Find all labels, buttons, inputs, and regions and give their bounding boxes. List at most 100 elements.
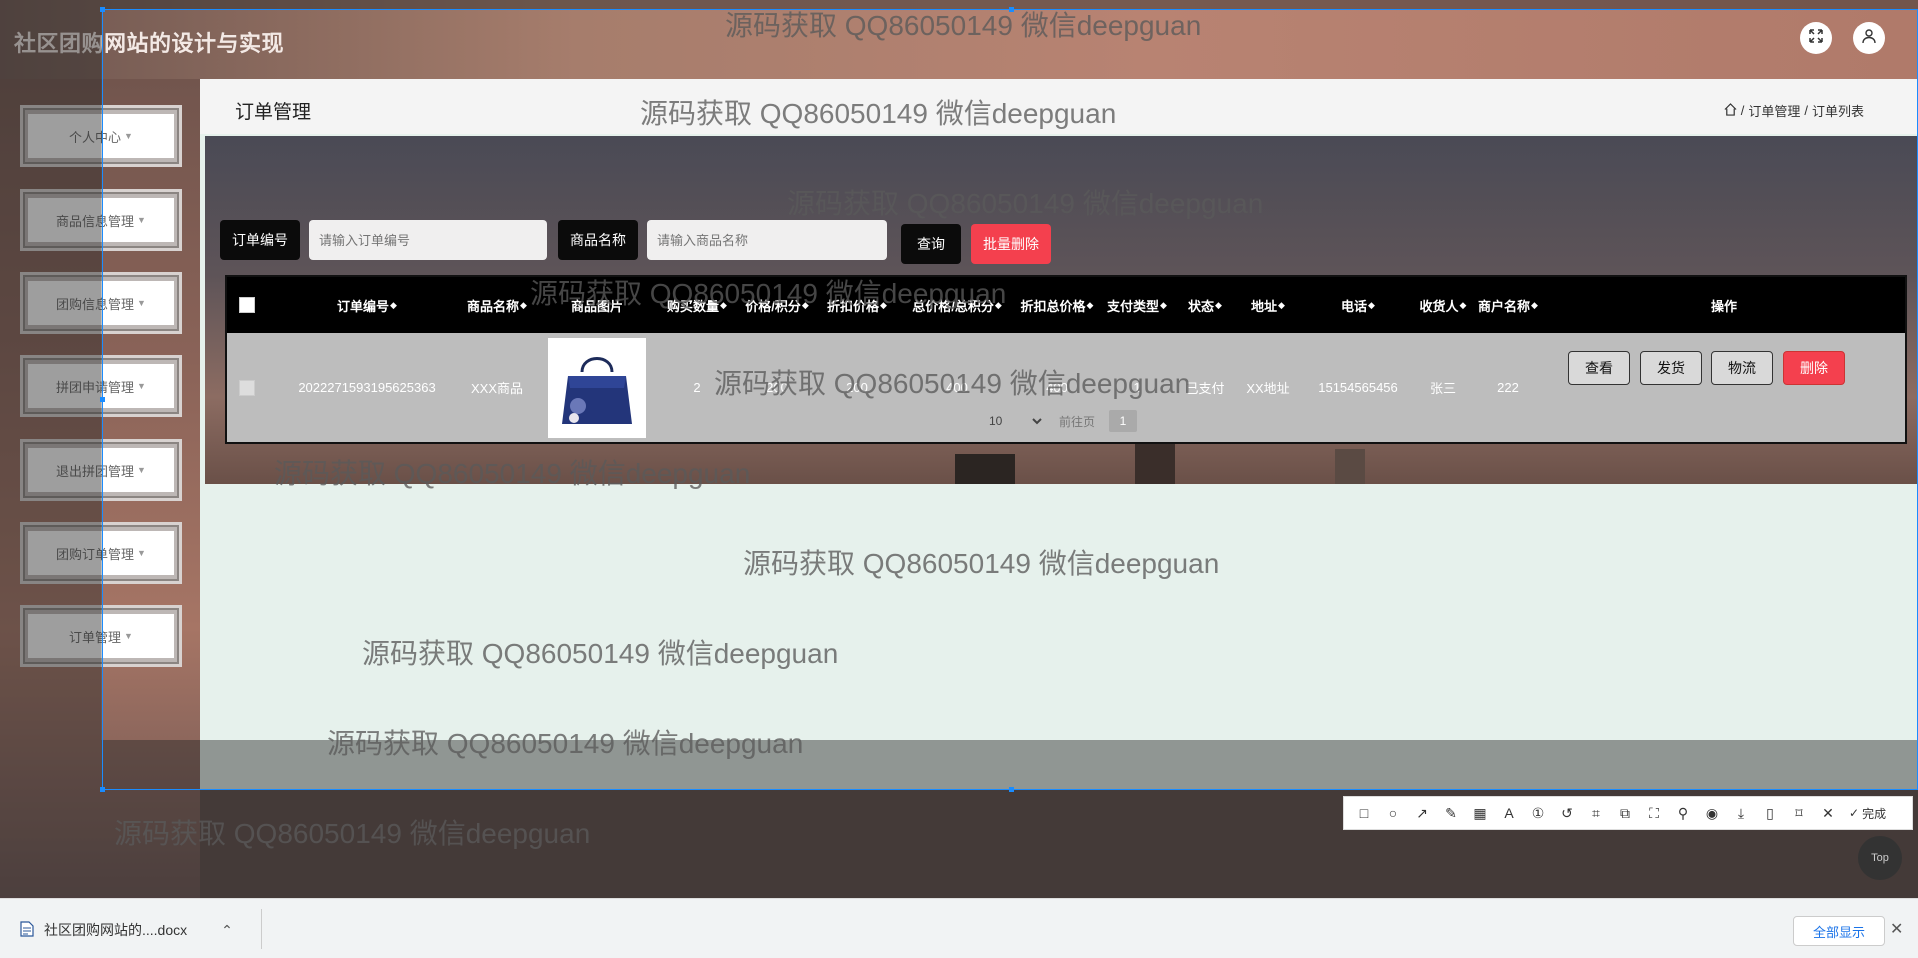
page-number-current[interactable]: 1 <box>1109 410 1138 432</box>
column-header[interactable]: 状态 ◆ <box>1177 277 1233 333</box>
view-button[interactable]: 查看 <box>1568 351 1630 385</box>
column-header[interactable]: 收货人 ◆ <box>1413 277 1473 333</box>
column-header: 商品图片 <box>570 298 623 314</box>
caret-down-icon: ▼ <box>124 131 133 141</box>
main-content: 订单管理 / 订单管理 / 订单列表 订单编号 商品名称 查询 批量删除 订单编… <box>200 79 1918 789</box>
sort-icon: ◆ <box>1215 299 1222 310</box>
column-header[interactable]: 折扣价格 ◆ <box>817 277 897 333</box>
select-all-cell <box>227 277 267 333</box>
back-to-top-button[interactable]: Top <box>1858 836 1902 880</box>
number-icon[interactable]: ① <box>1528 803 1548 823</box>
column-header[interactable]: 地址 ◆ <box>1233 277 1303 333</box>
download-item[interactable]: 社区团购网站的....docx ⌃ <box>20 913 233 947</box>
logistics-button[interactable]: 物流 <box>1711 351 1773 385</box>
ocr-icon[interactable]: ⛶ <box>1644 803 1664 823</box>
cell-order-no: 2022271593195625363 <box>298 380 436 395</box>
ship-button[interactable]: 发货 <box>1640 351 1702 385</box>
translate-icon[interactable]: ⧉ <box>1615 803 1635 823</box>
download-bar: 社区团购网站的....docx ⌃ 全部显示 ✕ <box>0 898 1918 958</box>
column-header[interactable]: 支付类型 ◆ <box>1097 277 1177 333</box>
sort-icon: ◆ <box>720 299 727 310</box>
breadcrumb: / 订单管理 / 订单列表 <box>1724 101 1864 120</box>
column-header[interactable]: 商户名称 ◆ <box>1473 277 1543 333</box>
select-all-checkbox[interactable] <box>239 297 255 313</box>
sort-icon: ◆ <box>994 299 1002 310</box>
row-checkbox[interactable] <box>239 379 255 396</box>
circle-icon[interactable]: ○ <box>1383 803 1403 823</box>
column-header[interactable]: 商品名称 ◆ <box>447 277 547 333</box>
breadcrumb-item[interactable]: 订单管理 <box>1748 101 1800 120</box>
page-size-select[interactable]: 10 <box>985 413 1045 429</box>
pin-icon[interactable]: ⚲ <box>1673 803 1693 823</box>
sidebar-item-label: 退出拼团管理 <box>56 463 135 479</box>
column-header[interactable]: 电话 ◆ <box>1303 277 1413 333</box>
sidebar-item-group-info[interactable]: 团购信息管理 ▼ <box>20 272 182 334</box>
download-filename: 社区团购网站的....docx <box>44 922 188 938</box>
record-icon[interactable]: ◉ <box>1702 803 1722 823</box>
cell-product: XXX商品 <box>470 381 523 396</box>
sidebar-item-label: 商品信息管理 <box>56 213 135 229</box>
column-header[interactable]: 订单编号 ◆ <box>287 277 447 333</box>
user-button[interactable] <box>1853 22 1885 54</box>
screenshot-toolbar: □ ○ ↗ ✎ ▦ A ① ↺ ⌗ ⧉ ⛶ ⚲ ◉ ⤓ ▯ ⌑ ✕ ✓ 完成 <box>1343 796 1913 830</box>
sidebar-item-group-exit[interactable]: 退出拼团管理 ▼ <box>20 439 182 501</box>
show-all-downloads-button[interactable]: 全部显示 <box>1793 916 1885 946</box>
sort-icon: ◆ <box>1531 299 1538 310</box>
query-button[interactable]: 查询 <box>901 224 961 264</box>
close-icon[interactable]: ✕ <box>1890 919 1903 939</box>
sidebar-item-group-apply[interactable]: 拼团申请管理 ▼ <box>20 355 182 417</box>
cell-merchant: 222 <box>1497 380 1519 395</box>
order-no-input[interactable] <box>309 220 547 260</box>
sidebar-item-personal-center[interactable]: 个人中心 ▼ <box>20 105 182 167</box>
sidebar-item-product-info[interactable]: 商品信息管理 ▼ <box>20 189 182 251</box>
batch-delete-button[interactable]: 批量删除 <box>971 224 1051 264</box>
order-no-label: 订单编号 <box>220 220 300 260</box>
user-icon <box>1861 28 1877 49</box>
arrow-icon[interactable]: ↗ <box>1412 803 1432 823</box>
pen-icon[interactable]: ✎ <box>1441 803 1461 823</box>
sidebar-item-order[interactable]: 订单管理 ▼ <box>20 605 182 667</box>
phone-icon[interactable]: ▯ <box>1760 803 1780 823</box>
background-decoration <box>955 454 1015 484</box>
home-icon[interactable] <box>1724 102 1737 119</box>
done-button[interactable]: ✓ 完成 <box>1849 805 1886 822</box>
sort-icon: ◆ <box>1368 299 1375 310</box>
product-image[interactable] <box>548 337 646 438</box>
download-icon[interactable]: ⤓ <box>1731 803 1751 823</box>
caret-down-icon: ▼ <box>137 465 146 475</box>
rectangle-icon[interactable]: □ <box>1354 803 1374 823</box>
bookmark-icon[interactable]: ⌑ <box>1789 803 1809 823</box>
sidebar-item-label: 团购订单管理 <box>56 546 135 562</box>
caret-down-icon: ▼ <box>137 381 146 391</box>
column-header: 操作 <box>1710 298 1737 314</box>
text-icon[interactable]: A <box>1499 803 1519 823</box>
cell-price: 200 <box>766 380 788 395</box>
crop-icon[interactable]: ⌗ <box>1586 803 1606 823</box>
column-header[interactable]: 价格/积分 ◆ <box>737 277 817 333</box>
sort-icon: ◆ <box>1160 299 1167 310</box>
cell-receiver: 张三 <box>1429 381 1456 396</box>
column-header[interactable]: 折扣总价格 ◆ <box>1017 277 1097 333</box>
chevron-up-icon[interactable]: ⌃ <box>221 922 233 939</box>
expand-icon <box>1808 28 1824 49</box>
sort-icon: ◆ <box>520 299 527 310</box>
undo-icon[interactable]: ↺ <box>1557 803 1577 823</box>
sidebar-item-label: 个人中心 <box>69 129 122 145</box>
close-icon[interactable]: ✕ <box>1818 803 1838 823</box>
mosaic-icon[interactable]: ▦ <box>1470 803 1490 823</box>
column-header[interactable]: 总价格/总积分 ◆ <box>897 277 1017 333</box>
delete-button[interactable]: 删除 <box>1783 351 1845 385</box>
sidebar: 个人中心 ▼ 商品信息管理 ▼ 团购信息管理 ▼ 拼团申请管理 ▼ 退出拼团管理 ▼ 团购… <box>0 79 200 898</box>
fullscreen-button[interactable] <box>1800 22 1832 54</box>
sort-icon: ◆ <box>801 299 809 310</box>
column-header[interactable]: 购买数量 ◆ <box>657 277 737 333</box>
table-header: 订单编号 ◆ 商品名称 ◆ 商品图片 购买数量 ◆ 价格/积分 ◆ 折扣价格 ◆ 总价格/… <box>227 277 1905 333</box>
page-jump-label: 前往页 <box>1059 414 1096 429</box>
caret-down-icon: ▼ <box>137 215 146 225</box>
sort-icon: ◆ <box>1278 299 1285 310</box>
background-decoration <box>1335 449 1365 484</box>
product-name-input[interactable] <box>647 220 887 260</box>
product-name-label: 商品名称 <box>558 220 638 260</box>
pagination: 10 前往页 1 <box>985 410 1138 432</box>
sidebar-item-group-order[interactable]: 团购订单管理 ▼ <box>20 522 182 584</box>
